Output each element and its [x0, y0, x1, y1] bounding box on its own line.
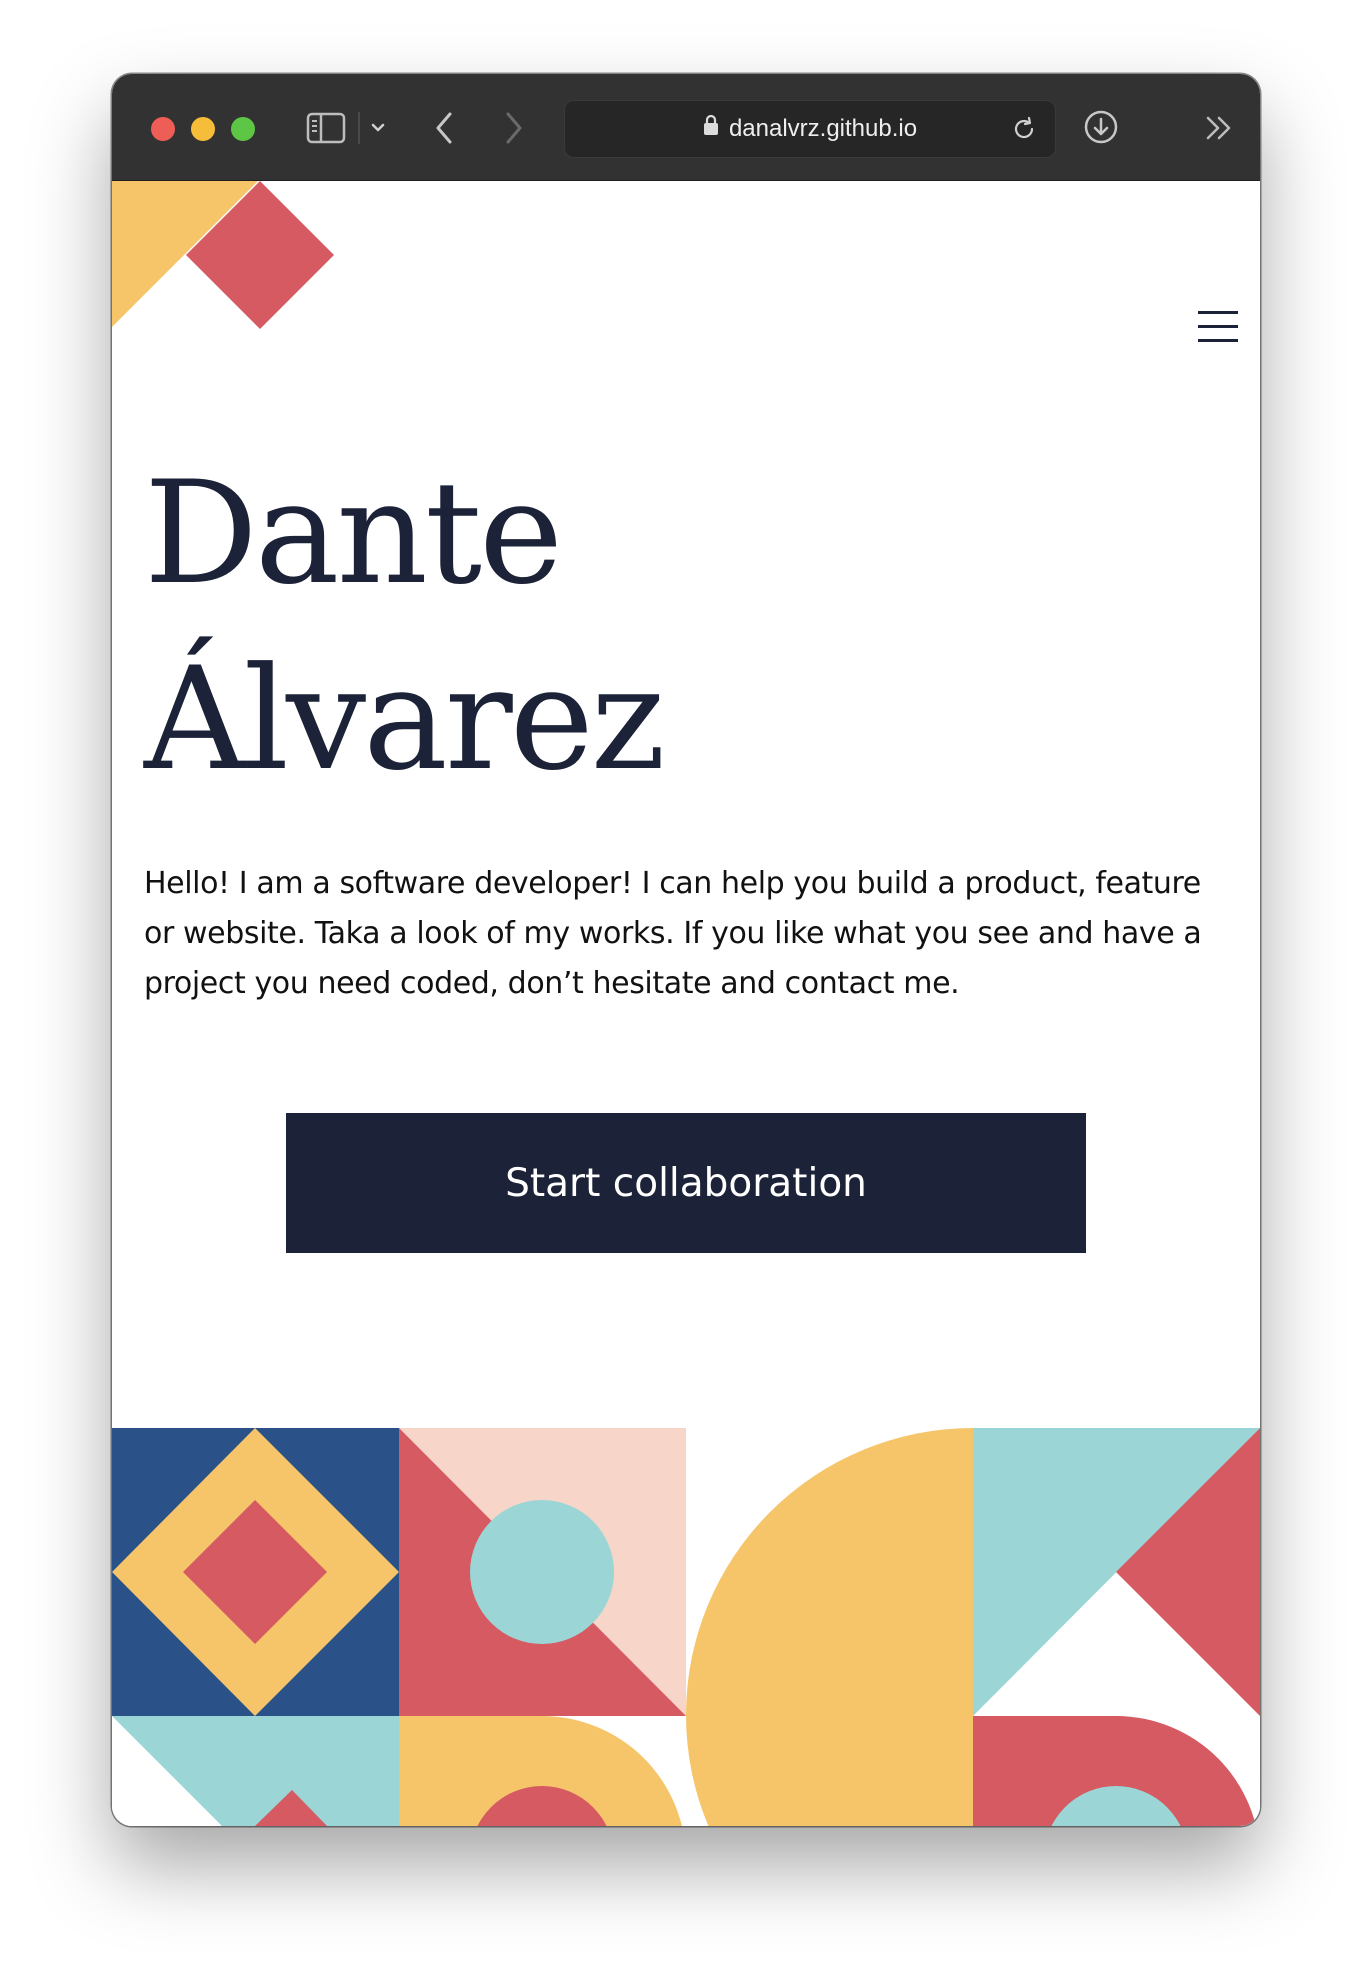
- more-icon[interactable]: [1204, 114, 1234, 142]
- reload-icon[interactable]: [1011, 116, 1037, 142]
- title-first-name: Dante: [144, 451, 563, 616]
- download-icon[interactable]: [1082, 108, 1120, 146]
- browser-toolbar: danalvrz.github.io: [112, 74, 1260, 181]
- zoom-window-button[interactable]: [231, 117, 255, 141]
- back-icon[interactable]: [430, 110, 460, 146]
- browser-window: danalvrz.github.io Dante Álvarez Hello! …: [112, 74, 1260, 1826]
- hamburger-menu-icon[interactable]: [1198, 311, 1238, 343]
- corner-decoration: [112, 181, 334, 329]
- title-last-name: Álvarez: [144, 637, 666, 802]
- page-content: Dante Álvarez Hello! I am a software dev…: [112, 181, 1260, 1826]
- separator: [358, 112, 360, 144]
- url-text: danalvrz.github.io: [728, 115, 918, 142]
- chevron-down-icon[interactable]: [368, 118, 388, 138]
- intro-paragraph: Hello! I am a software developer! I can …: [144, 866, 1202, 1001]
- lock-icon: [703, 101, 719, 157]
- close-window-button[interactable]: [151, 117, 175, 141]
- geometric-art-banner: [112, 1428, 1260, 1826]
- start-collaboration-button[interactable]: Start collaboration: [286, 1113, 1086, 1253]
- forward-icon[interactable]: [498, 110, 528, 146]
- minimize-window-button[interactable]: [191, 117, 215, 141]
- sidebar-toggle-icon[interactable]: [306, 112, 346, 144]
- address-bar[interactable]: danalvrz.github.io: [564, 100, 1056, 158]
- page-title: Dante Álvarez: [144, 441, 666, 813]
